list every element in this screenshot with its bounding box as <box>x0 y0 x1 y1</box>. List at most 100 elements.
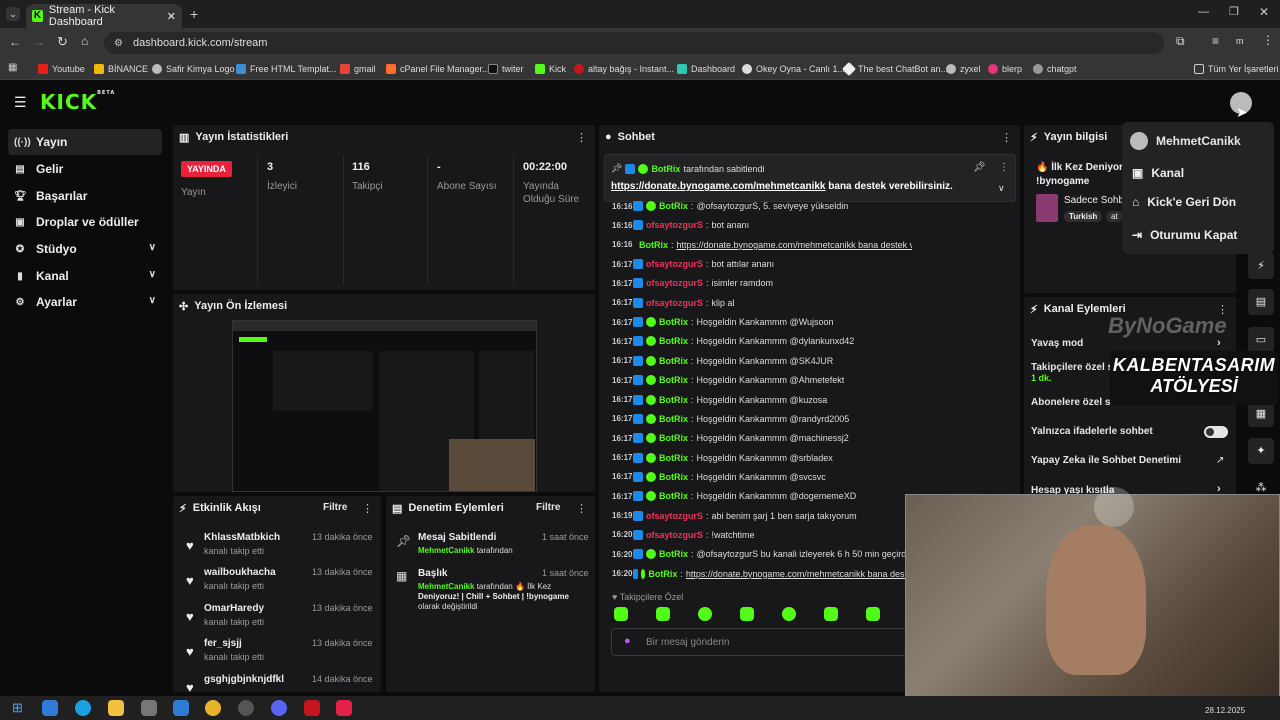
chat-username[interactable]: BotRix <box>659 356 688 366</box>
sidebar-item-studio[interactable]: ✪ Stüdyo ∨ <box>8 236 162 262</box>
tab-close-icon[interactable]: ✕ <box>167 10 176 23</box>
emote-icon[interactable] <box>782 607 796 621</box>
reload-icon[interactable]: ↻ <box>57 34 68 50</box>
chat-username[interactable]: BotRix <box>659 336 688 346</box>
store-icon[interactable] <box>141 700 157 716</box>
bookmark-safir[interactable]: Safir Kimya Logo <box>152 61 235 77</box>
back-icon[interactable]: ← <box>9 35 21 49</box>
kick-logo[interactable]: KICKBETA <box>40 90 115 114</box>
chat-username[interactable]: BotRix <box>659 549 688 559</box>
discord-icon[interactable] <box>271 700 287 716</box>
bookmark-html-templates[interactable]: Free HTML Templat... <box>236 61 337 77</box>
sidebar-item-revenue[interactable]: ▤ Gelir <box>8 156 162 182</box>
bookmark-twitter[interactable]: twiter <box>488 61 524 77</box>
profile-avatar[interactable]: m <box>1236 36 1244 46</box>
chat-username[interactable]: BotRix <box>659 395 688 405</box>
copilot-icon[interactable] <box>42 700 58 716</box>
maximize-icon[interactable]: ❐ <box>1229 5 1239 18</box>
more-options-icon[interactable]: ⋮ <box>576 131 587 144</box>
emote-icon[interactable] <box>740 607 754 621</box>
browser-tab[interactable]: K Stream - Kick Dashboard ✕ <box>26 4 182 28</box>
new-tab-icon[interactable]: + <box>190 6 198 22</box>
ai-moderation-setting[interactable]: Yapay Zeka ile Sohbet Denetimi <box>1031 455 1181 466</box>
stream-preview-video[interactable] <box>232 320 537 492</box>
apps-grid-icon[interactable]: ▦ <box>8 62 17 73</box>
start-icon[interactable]: ⊞ <box>12 700 23 716</box>
external-link-icon[interactable]: ↗ <box>1216 455 1224 466</box>
chat-username[interactable]: BotRix <box>659 201 688 211</box>
more-options-icon[interactable]: ⋮ <box>1001 131 1012 144</box>
window-close-icon[interactable]: ✕ <box>1259 5 1269 19</box>
chat-username[interactable]: BotRix <box>659 491 688 501</box>
all-bookmarks[interactable]: Tüm Yer İşaretleri <box>1194 61 1279 77</box>
pinned-more-icon[interactable]: ⋮ <box>999 162 1009 173</box>
chat-icon[interactable]: ▭ <box>1248 327 1274 353</box>
mail-icon[interactable] <box>173 700 189 716</box>
obs-icon[interactable] <box>238 700 254 716</box>
chat-username[interactable]: BotRix <box>659 414 688 424</box>
bookmark-youtube[interactable]: Youtube <box>38 61 85 77</box>
followers-only-setting[interactable]: Takipçilere özel s <box>1031 362 1113 373</box>
activity-filter-button[interactable]: Filtre <box>323 502 347 513</box>
unpin-icon[interactable]: 📌︎ <box>973 162 986 173</box>
clipboard-icon[interactable]: ▤ <box>1248 289 1274 315</box>
chat-username[interactable]: ofsaytozgurS <box>646 298 703 308</box>
chat-username[interactable]: BotRix <box>659 433 688 443</box>
media-control-icon[interactable]: ≡ <box>1212 34 1219 48</box>
menu-item-logout[interactable]: ⇥ Oturumu Kapat <box>1132 228 1237 242</box>
emote-icon[interactable] <box>698 607 712 621</box>
chat-username[interactable]: BotRix <box>659 317 688 327</box>
chat-username[interactable]: ofsaytozgurS <box>646 278 703 288</box>
more-options-icon[interactable]: ⋮ <box>576 502 587 515</box>
wrench-icon[interactable]: ✦ <box>1248 438 1274 464</box>
menu-item-channel[interactable]: ▣ Kanal <box>1132 166 1184 180</box>
chat-username[interactable]: BotRix <box>639 240 668 250</box>
bookmark-cpanel[interactable]: cPanel File Manager... <box>386 61 490 77</box>
home-icon[interactable]: ⌂ <box>81 34 88 48</box>
address-bar[interactable]: ⚙ dashboard.kick.com/stream <box>104 32 1164 54</box>
bookmark-zyxel[interactable]: zyxel <box>946 61 981 77</box>
chat-username[interactable]: ofsaytozgurS <box>646 259 703 269</box>
emote-only-toggle[interactable] <box>1204 426 1228 438</box>
emote-only-setting[interactable]: Yalnızca ifadelerle sohbet <box>1031 426 1153 437</box>
chat-username[interactable]: ofsaytozgurS <box>646 220 703 230</box>
edge-icon[interactable] <box>75 700 91 716</box>
more-options-icon[interactable]: ⋮ <box>362 502 373 515</box>
chat-input[interactable]: ● Bir mesaj gönderin <box>611 628 911 656</box>
sidebar-item-stream[interactable]: ((·)) Yayın <box>8 129 162 155</box>
chevron-down-icon[interactable]: ∨ <box>998 183 1005 194</box>
slow-mode-setting[interactable]: Yavaş mod <box>1031 338 1083 349</box>
tab-search-icon[interactable]: ⌄ <box>6 7 20 21</box>
hamburger-menu-icon[interactable]: ☰ <box>14 94 27 111</box>
emote-icon[interactable] <box>824 607 838 621</box>
chrome-icon[interactable] <box>205 700 221 716</box>
minimize-icon[interactable]: — <box>1198 6 1209 18</box>
bookmark-kick[interactable]: Kick <box>535 61 566 77</box>
bookmark-chatbot[interactable]: The best ChatBot an... <box>841 61 948 77</box>
forward-icon[interactable]: → <box>33 35 45 49</box>
lightning-icon[interactable]: ⚡︎ <box>1248 253 1274 279</box>
bookmark-chatgpt[interactable]: chatgpt <box>1033 61 1077 77</box>
bookmark-gmail[interactable]: gmail <box>340 61 376 77</box>
sidebar-item-drops[interactable]: ▣ Droplar ve ödüller <box>8 209 162 235</box>
bookmark-dashboard[interactable]: Dashboard <box>677 61 735 77</box>
bookmark-okey[interactable]: Okey Oyna - Canlı 1... <box>742 61 845 77</box>
chat-username[interactable]: BotRix <box>648 569 677 579</box>
browser-menu-icon[interactable]: ⋮ <box>1262 33 1274 47</box>
sidebar-item-achievements[interactable]: 🏆︎ Başarılar <box>8 183 162 209</box>
site-info-icon[interactable]: ⚙ <box>114 38 123 49</box>
file-explorer-icon[interactable] <box>108 700 124 716</box>
chat-username[interactable]: ofsaytozgurS <box>646 530 703 540</box>
app-icon[interactable] <box>336 700 352 716</box>
moderation-filter-button[interactable]: Filtre <box>536 502 560 513</box>
chat-username[interactable]: BotRix <box>659 453 688 463</box>
extensions-icon[interactable]: ⧉ <box>1176 34 1185 49</box>
app-icon[interactable] <box>304 700 320 716</box>
chat-username[interactable]: ofsaytozgurS <box>646 511 703 521</box>
bookmark-binance[interactable]: BİNANCE <box>94 61 148 77</box>
microphone-icon[interactable]: ● <box>624 635 631 647</box>
sidebar-item-settings[interactable]: ⚙ Ayarlar ∨ <box>8 289 162 315</box>
emote-icon[interactable] <box>866 607 880 621</box>
chat-username[interactable]: BotRix <box>659 375 688 385</box>
bookmark-altay[interactable]: altay bağış - Instant... <box>574 61 674 77</box>
